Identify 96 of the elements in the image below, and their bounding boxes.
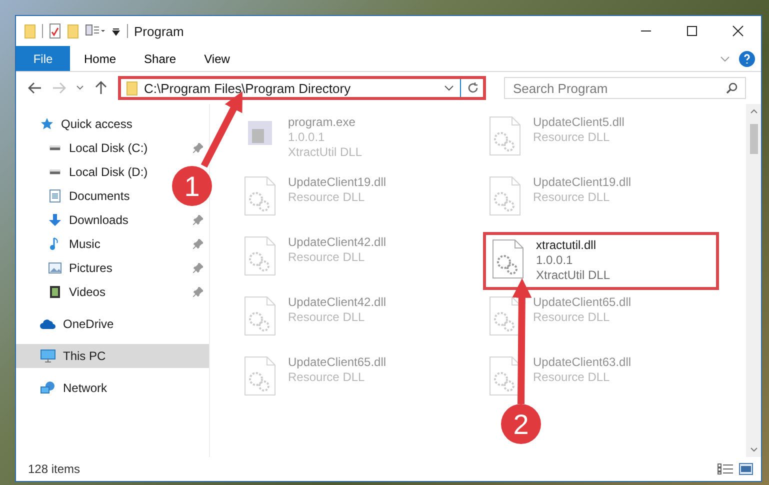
sidebar-item[interactable]: OneDrive xyxy=(16,312,209,336)
file-name: UpdateClient65.dll xyxy=(288,355,386,370)
sidebar-item[interactable]: Downloads xyxy=(16,208,209,232)
item-count: 128 items xyxy=(28,462,80,476)
expand-ribbon-icon[interactable] xyxy=(719,54,731,64)
up-arrow-icon[interactable] xyxy=(94,81,108,95)
file-name: UpdateClient63.dll xyxy=(533,355,632,370)
refresh-icon[interactable] xyxy=(467,82,479,94)
gear-file-icon xyxy=(242,295,278,337)
ribbon-tab[interactable]: Share xyxy=(130,46,190,71)
drive-icon xyxy=(48,145,62,151)
pin-icon xyxy=(193,143,203,153)
sidebar-label: Music xyxy=(69,237,100,251)
sidebar-item[interactable]: Local Disk (C:) xyxy=(16,136,209,160)
details-view-icon[interactable] xyxy=(717,463,735,475)
sidebar-item[interactable]: Quick access xyxy=(16,112,209,136)
file-name: UpdateClient19.dll xyxy=(288,175,386,190)
scroll-up-icon[interactable] xyxy=(750,108,758,114)
cloud-icon xyxy=(40,318,56,330)
sidebar-label: This PC xyxy=(63,349,106,363)
pin-icon xyxy=(193,215,203,225)
download-arrow-icon xyxy=(48,213,62,227)
folder-icon xyxy=(126,80,138,96)
dropdown-caret-icon[interactable] xyxy=(444,84,454,92)
sidebar-item[interactable]: Network xyxy=(16,376,209,400)
file-detail: Resource DLL xyxy=(288,250,366,265)
sidebar-item[interactable]: Videos xyxy=(16,280,209,304)
sidebar-label: Local Disk (D:) xyxy=(69,165,148,179)
sidebar-label: OneDrive xyxy=(63,317,114,331)
gear-file-icon xyxy=(242,355,278,397)
back-arrow-icon[interactable] xyxy=(28,81,42,95)
scrollbar[interactable] xyxy=(746,104,761,457)
network-icon xyxy=(40,381,56,395)
file-name: UpdateClient65.dll xyxy=(533,295,632,310)
pin-icon xyxy=(193,239,203,249)
file-detail: Resource DLL xyxy=(288,310,366,325)
pin-icon xyxy=(193,263,203,273)
ribbon-tab[interactable]: View xyxy=(190,46,244,71)
maximize-icon xyxy=(686,25,698,37)
file-detail: 1.0.0.1 xyxy=(536,253,574,268)
search-field[interactable]: Search Program xyxy=(504,77,746,99)
scrollbar-thumb[interactable] xyxy=(750,124,758,154)
sidebar-label: Documents xyxy=(69,189,130,203)
sidebar-label: Downloads xyxy=(69,213,128,227)
callout-badge: 1 xyxy=(172,166,212,206)
gear-file-icon xyxy=(242,235,278,277)
help-icon[interactable] xyxy=(739,50,755,66)
address-bar[interactable]: C:\Program Files\Program Directory xyxy=(118,76,486,100)
gear-file-icon xyxy=(242,175,278,217)
file-detail: Resource DLL xyxy=(533,130,611,145)
file-detail: Resource DLL xyxy=(533,310,611,325)
document-icon xyxy=(48,189,62,203)
close-icon xyxy=(732,25,744,37)
sidebar-label: Local Disk (C:) xyxy=(69,141,148,155)
file-detail: Resource DLL xyxy=(288,190,366,205)
scroll-down-icon[interactable] xyxy=(750,447,758,453)
sidebar-label: Quick access xyxy=(61,117,132,131)
file-detail: Resource DLL xyxy=(288,370,366,385)
address-path: C:\Program Files\Program Directory xyxy=(144,80,352,96)
file-detail: 1.0.0.1 xyxy=(288,130,326,145)
window-title: Program xyxy=(134,24,184,38)
search-icon xyxy=(726,82,738,94)
gear-file-icon xyxy=(487,115,523,157)
sidebar-item[interactable]: Pictures xyxy=(16,256,209,280)
sidebar-label: Pictures xyxy=(69,261,112,275)
file-name: UpdateClient42.dll xyxy=(288,235,386,250)
file-name: UpdateClient19.dll xyxy=(533,175,632,190)
file-detail: Resource DLL xyxy=(533,190,611,205)
sidebar-item[interactable]: Local Disk (D:) xyxy=(16,160,154,184)
recent-caret-icon[interactable] xyxy=(76,84,84,92)
file-name: UpdateClient42.dll xyxy=(288,295,386,310)
gear-file-icon xyxy=(487,175,523,217)
sidebar-item[interactable]: This PC xyxy=(16,344,209,368)
file-detail: XtractUtil DLL xyxy=(288,145,362,160)
large-icons-view-icon[interactable] xyxy=(739,463,753,475)
pin-icon xyxy=(193,287,203,297)
monitor-icon xyxy=(40,349,56,363)
file-item[interactable]: xtractutil.dll 1.0.0.1 XtractUtil DLL xyxy=(483,232,719,290)
picture-icon xyxy=(48,261,62,275)
drive-icon xyxy=(48,169,62,175)
properties-icon[interactable] xyxy=(49,23,61,39)
callout-badge: 2 xyxy=(501,404,541,444)
star-icon xyxy=(40,117,54,131)
film-icon xyxy=(48,285,62,299)
file-name: program.exe xyxy=(288,115,356,130)
sidebar-item[interactable]: Documents xyxy=(16,184,136,208)
sidebar-item[interactable]: Music xyxy=(16,232,209,256)
sidebar-label: Videos xyxy=(69,285,106,299)
file-detail: Resource DLL xyxy=(533,370,611,385)
file-name: UpdateClient5.dll xyxy=(533,115,624,130)
ribbon-tab[interactable]: File xyxy=(16,46,70,71)
file-name: xtractutil.dll xyxy=(536,238,598,253)
ribbon-tab[interactable]: Home xyxy=(70,46,130,71)
sidebar-label: Network xyxy=(63,381,108,395)
file-detail: XtractUtil DLL xyxy=(536,268,610,283)
gear-file-icon xyxy=(490,238,526,280)
